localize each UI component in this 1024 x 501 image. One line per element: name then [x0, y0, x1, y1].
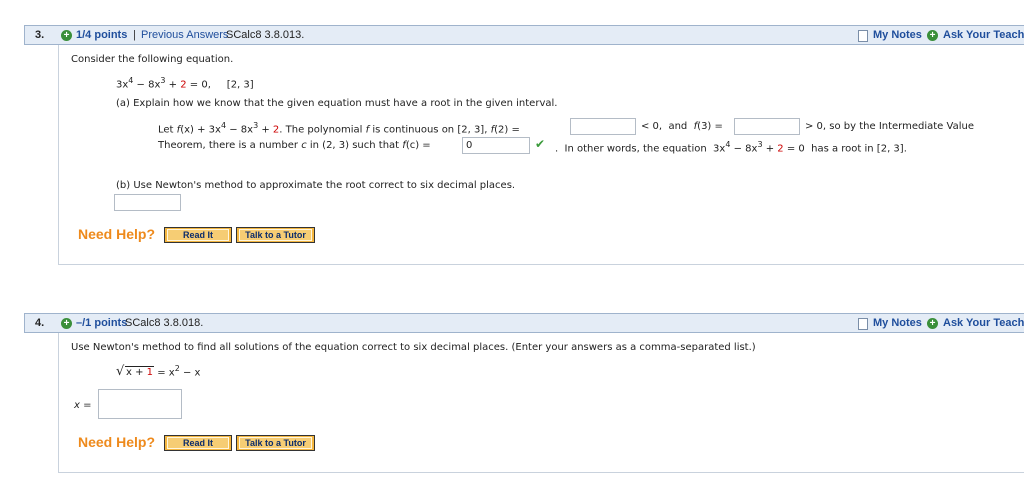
question-number: 3. — [35, 29, 45, 41]
q3-let-line: Let f(x) + 3x4 − 8x3 + 2. The polynomial… — [158, 121, 520, 136]
question-3-left-border — [58, 45, 59, 264]
talk-tutor-button[interactable]: Talk to a Tutor — [236, 435, 315, 451]
gt-zero-text: > 0, so by the Intermediate Value — [805, 121, 974, 132]
separator: | — [133, 29, 136, 41]
q3-part-b: (b) Use Newton's method to approximate t… — [116, 180, 516, 191]
x-solutions-input[interactable] — [98, 389, 182, 419]
points-label: 1/4 points — [76, 29, 128, 41]
q3-part-a: (a) Explain how we know that the given e… — [116, 98, 558, 109]
q3-intro: Consider the following equation. — [71, 54, 234, 65]
my-notes-link[interactable]: My Notes — [873, 29, 922, 41]
talk-tutor-button[interactable]: Talk to a Tutor — [236, 227, 315, 243]
x-equals-label: x = — [74, 400, 92, 411]
read-it-button[interactable]: Read It — [164, 227, 232, 243]
ask-teacher-link[interactable]: Ask Your Teacher — [943, 29, 1024, 41]
q3-other-words: . In other words, the equation 3x4 − 8x3… — [555, 140, 907, 155]
q4-equation: √ x + 1 = x2 − x — [116, 364, 201, 379]
f3-input[interactable] — [734, 118, 800, 135]
question-3-bottom-border — [58, 264, 1024, 265]
read-it-button[interactable]: Read It — [164, 435, 232, 451]
expand-plus-icon[interactable]: + — [61, 318, 72, 329]
root-input[interactable] — [114, 194, 181, 211]
question-code: SCalc8 3.8.013. — [226, 29, 305, 41]
notes-icon[interactable] — [858, 30, 868, 42]
question-number: 4. — [35, 317, 45, 329]
need-help-label: Need Help? — [78, 434, 156, 450]
question-code: SCalc8 3.8.018. — [125, 317, 204, 329]
f2-input[interactable] — [570, 118, 636, 135]
my-notes-link[interactable]: My Notes — [873, 317, 922, 329]
ask-teacher-link[interactable]: Ask Your Teacher — [943, 317, 1024, 329]
q4-intro: Use Newton's method to find all solution… — [71, 342, 756, 353]
question-3-header: 3. + 1/4 points | Previous Answers SCalc… — [24, 25, 1024, 45]
fc-input[interactable]: 0 — [462, 137, 530, 154]
question-4-bottom-border — [58, 472, 1024, 473]
points-label: –/1 points — [76, 317, 128, 329]
question-4-left-border — [58, 333, 59, 472]
ask-teacher-plus-icon[interactable]: + — [927, 318, 938, 329]
lt-zero-text: < 0, and f(3) = — [641, 121, 723, 132]
ask-teacher-plus-icon[interactable]: + — [927, 30, 938, 41]
q3-theorem-line: Theorem, there is a number c in (2, 3) s… — [158, 140, 431, 151]
previous-answers-link[interactable]: Previous Answers — [141, 29, 228, 41]
q3-equation: 3x4 − 8x3 + 2 = 0, [2, 3] — [116, 76, 254, 91]
notes-icon[interactable] — [858, 318, 868, 330]
need-help-label: Need Help? — [78, 226, 156, 242]
expand-plus-icon[interactable]: + — [61, 30, 72, 41]
radical-sign-icon: √ — [116, 364, 125, 379]
correct-check-icon: ✔ — [535, 137, 546, 151]
question-4-header: 4. + –/1 points SCalc8 3.8.018. My Notes… — [24, 313, 1024, 333]
